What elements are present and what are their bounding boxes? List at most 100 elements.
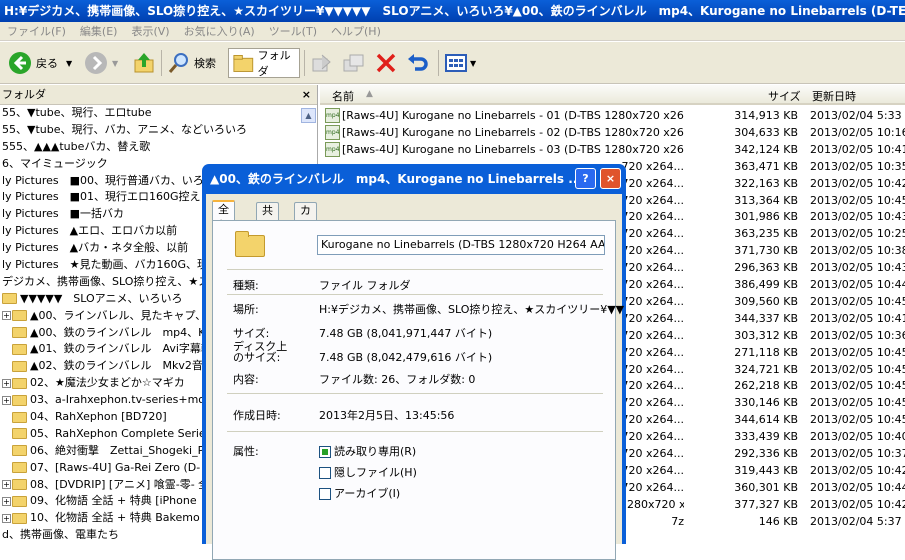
expand-icon[interactable]: + (2, 513, 11, 523)
tree-item[interactable]: 55、▼tube、現行、バカ、アニメ、などいろいろ (0, 122, 317, 139)
window-title: H:¥デジカメ、携帯画像、SLO捺り控え、★スカイツリー¥▼▼▼▼▼ SLOアニ… (0, 0, 905, 22)
file-size: 292,336 KB (734, 447, 798, 460)
archive-checkbox[interactable]: アーカイブ(I) (319, 485, 400, 501)
up-folder-button[interactable] (132, 48, 156, 78)
expand-icon[interactable]: + (2, 395, 11, 405)
tree-item-label: ly Pictures ▲バカ・ネタ全般、以前 (2, 241, 189, 255)
file-size: 322,163 KB (734, 176, 798, 190)
menu-view[interactable]: 表示(V) (124, 22, 176, 41)
attributes-label: 属性: (233, 445, 259, 458)
move-to-button[interactable] (310, 48, 334, 78)
tab-customize[interactable]: カスタマイズ (294, 202, 317, 297)
readonly-checkbox[interactable]: 読み取り専用(R) (319, 443, 416, 459)
checkbox-icon (319, 488, 331, 500)
location-label: 場所: (233, 303, 259, 316)
file-size: 377,327 KB (734, 497, 798, 511)
back-button[interactable]: 戻る ▼ (8, 48, 72, 78)
mp4-file-icon: mp4 (325, 108, 340, 123)
disk-size-value: 7.48 GB (8,042,479,616 バイト) (319, 351, 493, 364)
tree-item[interactable]: 555、▲▲▲tubeバカ、替え歌 (0, 139, 317, 156)
views-button[interactable]: ▼ (444, 48, 476, 78)
file-name: 720 x264... (621, 463, 685, 477)
folder-pane-header: フォルダ × (0, 85, 317, 105)
menu-file[interactable]: ファイル(F) (0, 22, 73, 41)
undo-button[interactable] (406, 48, 430, 78)
folder-icon (235, 231, 265, 257)
file-size: 330,146 KB (734, 396, 798, 410)
file-row[interactable]: mp4 [Raws-4U] Kurogane no Linebarrels - 0… (320, 141, 905, 158)
copy-to-button[interactable] (342, 48, 366, 78)
archive-label: アーカイブ(I) (334, 487, 401, 500)
file-date: 2013/02/05 10:40 (810, 430, 905, 444)
search-button[interactable]: 検索 (167, 48, 216, 78)
expand-icon[interactable]: + (2, 378, 11, 388)
tree-item-label: 10、化物語 全話 + 特典 Bakemo (30, 511, 200, 525)
disk-size-label: ディスク上 のサイズ: (233, 340, 288, 364)
file-name: 720 x264... (621, 396, 685, 410)
file-date: 2013/02/05 10:43 (810, 210, 905, 224)
views-dropdown-icon: ▼ (470, 58, 477, 68)
file-name: 7z (671, 514, 684, 528)
tree-item-label: 55、▼tube、現行、バカ、アニメ、などいろいろ (2, 122, 248, 136)
tab-sharing[interactable]: 共有 (256, 202, 279, 233)
expand-icon[interactable]: + (2, 496, 11, 506)
file-name: 720 x264... (621, 430, 685, 444)
file-name: 720 x264... (621, 311, 685, 325)
file-size: 363,235 KB (734, 227, 798, 241)
close-icon[interactable]: × (302, 85, 311, 105)
expand-icon[interactable]: + (2, 311, 11, 321)
views-grid-icon (445, 54, 467, 72)
file-name: [Raws-4U] Kurogane no Linebarrels - 01 (… (342, 109, 684, 122)
menu-edit[interactable]: 編集(E) (73, 22, 125, 41)
menu-help[interactable]: ヘルプ(H) (324, 22, 388, 41)
folder-icon (12, 327, 27, 339)
folder-icon (12, 512, 27, 524)
delete-button[interactable] (374, 48, 398, 78)
file-date: 2013/02/05 10:45 (810, 362, 905, 376)
dialog-close-button[interactable]: × (600, 168, 621, 189)
file-size: 319,443 KB (734, 463, 798, 477)
size-label: サイズ: (233, 327, 270, 340)
tree-item-label: 02、★魔法少女まどか☆マギカ (30, 376, 185, 390)
file-date: 2013/02/05 10:25 (810, 227, 905, 241)
divider (227, 294, 603, 295)
menu-favorites[interactable]: お気に入り(A) (177, 22, 262, 41)
tree-item-label: 05、RahXephon Complete Series (30, 426, 212, 440)
file-name: 720 x264... (621, 244, 685, 258)
folder-icon (12, 310, 27, 322)
file-date: 2013/02/05 10:41 (810, 142, 905, 156)
tree-item[interactable]: 55、▼tube、現行、エロtube (0, 105, 317, 122)
tree-item-label: ly Pictures ▲エロ、エロバカ以前 (2, 224, 178, 238)
sort-ascending-icon: ▲ (366, 89, 373, 99)
column-name[interactable]: 名前 (332, 88, 354, 104)
file-name: 720 x264... (621, 413, 685, 427)
folder-icon (2, 293, 17, 305)
tab-general[interactable]: 全般 (212, 200, 235, 232)
file-name: 720 x264... (621, 294, 685, 308)
back-dropdown-icon[interactable]: ▼ (66, 59, 72, 68)
copy-to-icon (343, 54, 364, 72)
expand-icon[interactable]: + (2, 480, 11, 490)
forward-button[interactable]: ▼ (84, 48, 118, 78)
folders-button[interactable]: フォルダ (228, 48, 300, 78)
file-row[interactable]: mp4 [Raws-4U] Kurogane no Linebarrels - 0… (320, 107, 905, 124)
file-name: 720 x264... (621, 176, 685, 190)
tree-item-label: デジカメ、携帯画像、SLO捺り控え、★スカイ (2, 274, 232, 288)
divider (227, 269, 603, 270)
column-date[interactable]: 更新日時 (812, 88, 856, 104)
menu-tools[interactable]: ツール(T) (262, 22, 324, 41)
help-button[interactable]: ? (575, 168, 596, 189)
hidden-label: 隠しファイル(H) (334, 466, 417, 479)
hidden-checkbox[interactable]: 隠しファイル(H) (319, 464, 417, 480)
tree-item-label: 06、絶対衝撃 Zettai_Shogeki_Pla (30, 443, 215, 457)
folder-name-field[interactable]: Kurogane no Linebarrels (D-TBS 1280x720 … (317, 235, 605, 255)
search-icon (168, 53, 188, 73)
file-row[interactable]: mp4 [Raws-4U] Kurogane no Linebarrels - 0… (320, 124, 905, 141)
divider (227, 393, 603, 394)
location-value: H:¥デジカメ、携帯画像、SLO捺り控え、★スカイツリー¥▼▼ (319, 303, 625, 316)
folder-icon (12, 445, 27, 457)
tree-item-label: ▼▼▼▼▼ SLOアニメ、いろいろ (20, 291, 183, 305)
column-size[interactable]: サイズ (768, 88, 801, 104)
file-date: 2013/02/05 10:37 (810, 447, 905, 460)
